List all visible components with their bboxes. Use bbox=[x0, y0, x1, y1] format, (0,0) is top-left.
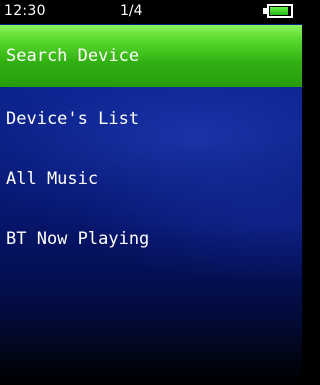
main-menu: Search Device Device's List All Music BT… bbox=[0, 25, 302, 267]
menu-item-label: BT Now Playing bbox=[6, 229, 150, 249]
device-screen: 12:30 1/4 Search Device Device's List Al… bbox=[0, 0, 302, 385]
battery-level bbox=[270, 7, 288, 15]
page-indicator: 1/4 bbox=[120, 3, 143, 19]
menu-item-devices-list[interactable]: Device's List bbox=[0, 87, 302, 147]
menu-item-label: All Music bbox=[6, 169, 99, 189]
menu-item-label: Device's List bbox=[6, 109, 140, 129]
battery-icon bbox=[267, 4, 293, 18]
menu-item-all-music[interactable]: All Music bbox=[0, 147, 302, 207]
menu-item-search-device[interactable]: Search Device bbox=[0, 25, 302, 87]
clock: 12:30 bbox=[4, 3, 46, 19]
menu-item-bt-now-playing[interactable]: BT Now Playing bbox=[0, 207, 302, 267]
menu-item-label: Search Device bbox=[6, 46, 140, 66]
status-bar: 12:30 1/4 bbox=[0, 0, 302, 24]
